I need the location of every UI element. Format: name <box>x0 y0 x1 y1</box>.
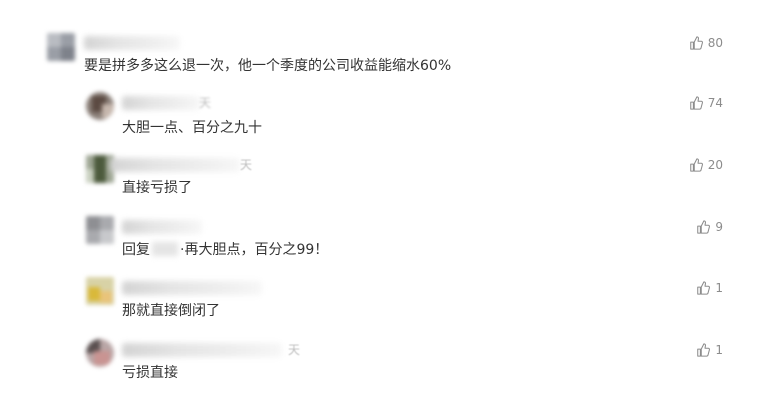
username-blurred[interactable] <box>110 158 240 172</box>
username-blurred[interactable] <box>122 96 200 110</box>
comment-text: 要是拼多多这么退一次，他一个季度的公司收益能缩水60% <box>84 58 452 74</box>
reply-item: 天 大胆一点、百分之九十 74 <box>0 92 777 142</box>
avatar[interactable] <box>86 92 114 120</box>
thumbs-up-icon <box>689 96 703 110</box>
thumbs-up-icon <box>689 36 703 50</box>
like-count: 1 <box>715 343 723 357</box>
like-button[interactable]: 80 <box>689 36 723 50</box>
like-button[interactable]: 20 <box>689 158 723 172</box>
like-count: 9 <box>715 220 723 234</box>
thumbs-up-icon <box>697 343 711 357</box>
timestamp-tail: 天 <box>288 343 301 357</box>
username-blurred[interactable] <box>122 220 202 234</box>
username-blurred[interactable] <box>84 36 180 50</box>
reply-prefix: 回复 <box>122 242 150 258</box>
reply-item: 天 亏损直接 1 <box>0 339 777 389</box>
like-count: 80 <box>707 36 723 50</box>
reply-text: 亏损直接 <box>122 365 178 381</box>
thumbs-up-icon <box>689 158 703 172</box>
like-count: 1 <box>715 281 723 295</box>
timestamp-tail: 天 <box>240 158 253 172</box>
username-blurred[interactable] <box>122 343 282 357</box>
timestamp-tail: 天 <box>199 96 212 110</box>
avatar[interactable] <box>86 216 114 244</box>
reply-item: 天 直接亏损了 20 <box>0 154 777 204</box>
like-count: 74 <box>707 96 723 110</box>
like-button[interactable]: 74 <box>689 96 723 110</box>
reply-body: ·再大胆点，百分之99！ <box>180 242 329 258</box>
reply-item: 回复 ·再大胆点，百分之99！ 9 <box>0 216 777 266</box>
thumbs-up-icon <box>697 281 711 295</box>
like-button[interactable]: 9 <box>696 220 723 234</box>
reply-text: 那就直接倒闭了 <box>122 303 220 319</box>
username-blurred[interactable] <box>122 281 262 295</box>
avatar[interactable] <box>86 277 114 305</box>
mention-blurred[interactable] <box>152 242 178 256</box>
like-button[interactable]: 1 <box>696 343 723 357</box>
like-button[interactable]: 1 <box>696 281 723 295</box>
thumbs-up-icon <box>697 220 711 234</box>
reply-text: 直接亏损了 <box>122 180 192 196</box>
avatar[interactable] <box>47 33 75 61</box>
reply-item: 那就直接倒闭了 1 <box>0 277 777 327</box>
reply-text: 大胆一点、百分之九十 <box>122 120 262 136</box>
comment-item: 要是拼多多这么退一次，他一个季度的公司收益能缩水60% 80 <box>0 30 777 80</box>
like-count: 20 <box>707 158 723 172</box>
avatar[interactable] <box>86 339 114 367</box>
reply-text: 回复 ·再大胆点，百分之99！ <box>122 240 328 260</box>
